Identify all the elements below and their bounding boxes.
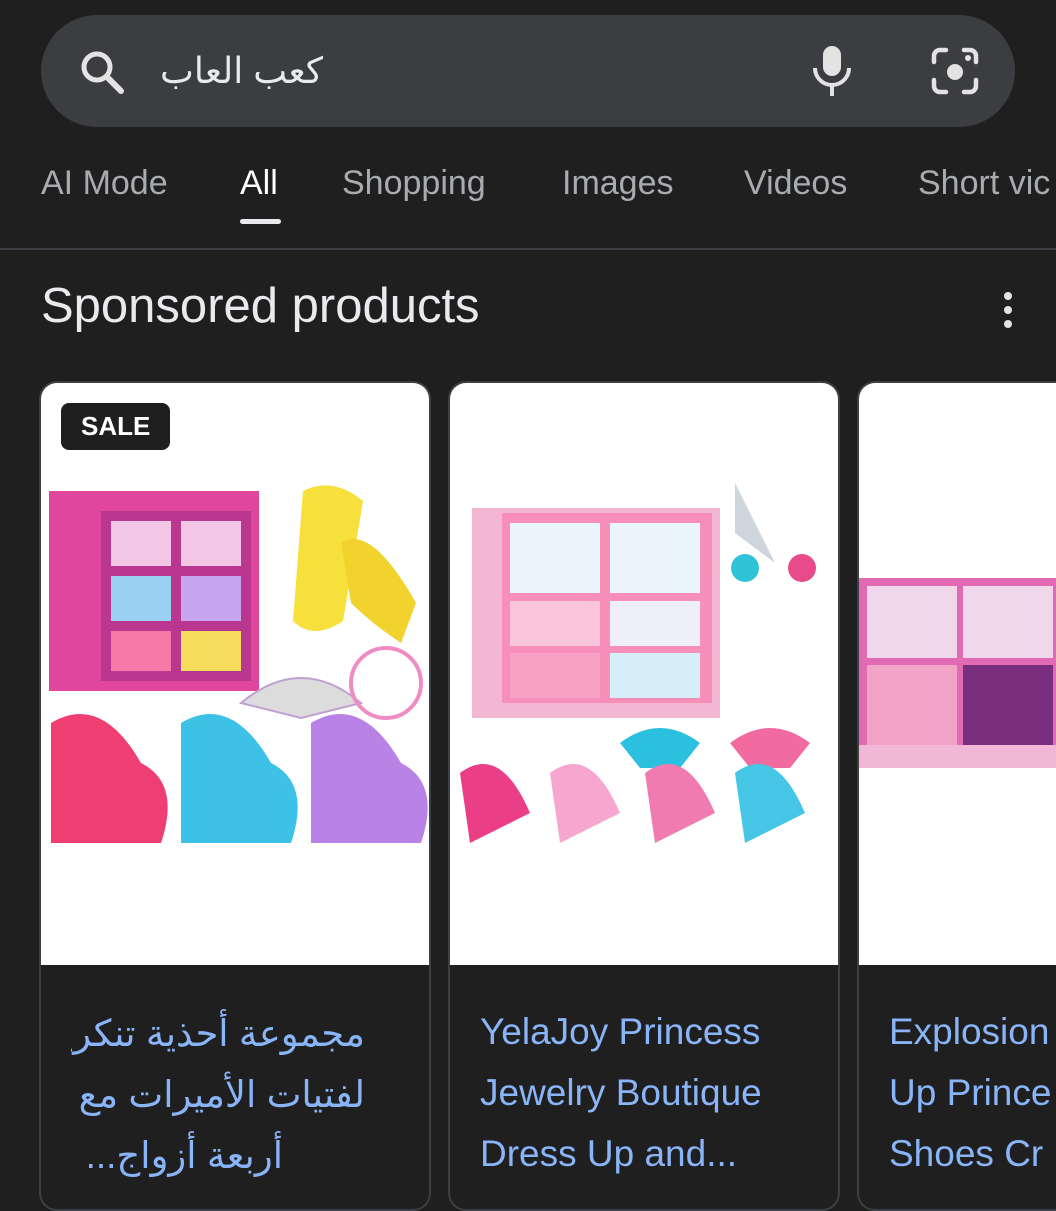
product-image: [450, 383, 838, 965]
tab-shopping[interactable]: Shopping: [342, 164, 486, 203]
tab-short-videos[interactable]: Short vic: [918, 164, 1050, 203]
tabs-divider: [0, 248, 1056, 250]
lens-icon[interactable]: [930, 46, 980, 96]
more-vert-icon[interactable]: [996, 290, 1020, 330]
search-icon[interactable]: [78, 48, 126, 96]
active-tab-indicator: [240, 219, 281, 224]
product-title-line[interactable]: YelaJoy Princess: [480, 1001, 828, 1062]
search-input[interactable]: كعب العاب: [160, 46, 360, 96]
product-title-line[interactable]: مجموعة أحذية تنكرية: [71, 1003, 365, 1064]
product-title-line[interactable]: لفتيات الأميرات مع: [71, 1064, 365, 1125]
mic-icon[interactable]: [810, 44, 854, 98]
product-title-line[interactable]: Explosion: [889, 1001, 1056, 1062]
product-title-line[interactable]: Shoes Cr: [889, 1123, 1056, 1184]
product-image: [41, 383, 429, 965]
tab-all[interactable]: All: [240, 164, 278, 203]
sale-badge: SALE: [61, 403, 171, 450]
tab-ai-mode[interactable]: AI Mode: [41, 164, 168, 203]
search-tabs: AI Mode All Shopping Images Videos Short…: [0, 150, 1056, 250]
section-title: Sponsored products: [41, 279, 480, 333]
product-card[interactable]: SALE مجموعة أحذية تنكرية لفتيات الأميرات…: [39, 381, 431, 1211]
tab-videos[interactable]: Videos: [744, 164, 847, 203]
tab-images[interactable]: Images: [562, 164, 674, 203]
product-title-line[interactable]: Dress Up and...: [480, 1123, 828, 1184]
product-title-line[interactable]: أربعة أزواج...: [71, 1125, 283, 1186]
product-title-line[interactable]: Jewelry Boutique: [480, 1062, 828, 1123]
product-card[interactable]: Explosion Up Prince Shoes Cr: [857, 381, 1056, 1211]
product-title-line[interactable]: Up Prince: [889, 1062, 1056, 1123]
product-card[interactable]: YelaJoy Princess Jewelry Boutique Dress …: [448, 381, 840, 1211]
product-image: [859, 383, 1056, 965]
